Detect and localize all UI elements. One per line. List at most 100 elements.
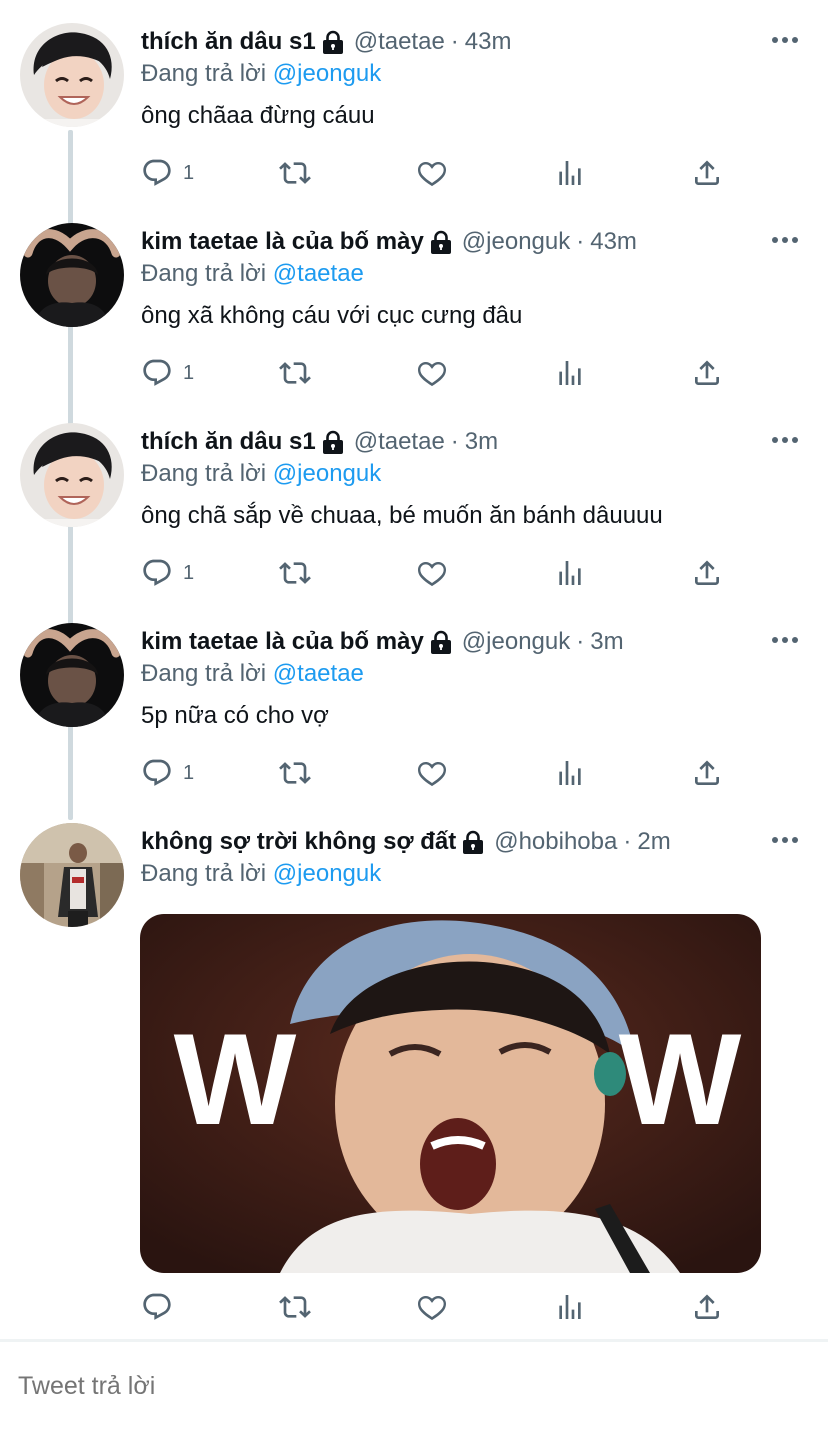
- share-icon: [691, 157, 723, 189]
- separator-dot: ·: [576, 228, 585, 255]
- more-options-icon[interactable]: [772, 36, 798, 44]
- timestamp[interactable]: 3m: [465, 428, 498, 456]
- more-options-icon[interactable]: [772, 436, 798, 444]
- retweet-button[interactable]: [279, 353, 311, 393]
- tweet-actions: 1: [141, 753, 741, 793]
- analytics-icon: [554, 757, 586, 789]
- lock-icon: [322, 30, 344, 54]
- retweet-icon: [279, 1291, 311, 1323]
- retweet-button[interactable]: [279, 1287, 311, 1327]
- display-name[interactable]: kim taetae là của bố mày: [141, 228, 424, 256]
- tweet-actions: 1: [141, 353, 741, 393]
- display-name[interactable]: không sợ trời không sợ đất: [141, 828, 456, 856]
- mention-link[interactable]: @taetae: [273, 260, 364, 287]
- reply-count: 1: [183, 361, 195, 384]
- handle[interactable]: @taetae: [354, 428, 445, 456]
- analytics-icon: [554, 357, 586, 389]
- timestamp[interactable]: 43m: [465, 28, 512, 56]
- analytics-button[interactable]: [554, 1287, 586, 1327]
- analytics-button[interactable]: [554, 153, 586, 193]
- tweet[interactable]: thích ăn dâu s1 @taetae · 3m Đang trả lờ…: [0, 400, 828, 600]
- reply-icon: [141, 557, 173, 589]
- separator-dot: ·: [450, 28, 459, 55]
- separator-dot: ·: [450, 428, 459, 455]
- reply-count: 1: [183, 761, 195, 784]
- tweet-header: thích ăn dâu s1 @taetae · 3m: [141, 426, 498, 458]
- handle[interactable]: @taetae: [354, 28, 445, 56]
- share-icon: [691, 557, 723, 589]
- reply-icon: [141, 157, 173, 189]
- handle[interactable]: @jeonguk: [462, 628, 570, 656]
- timestamp[interactable]: 3m: [590, 628, 623, 656]
- reply-button[interactable]: [141, 1287, 173, 1327]
- tweet-header: kim taetae là của bố mày @jeonguk · 43m: [141, 226, 637, 258]
- retweet-button[interactable]: [279, 153, 311, 193]
- share-button[interactable]: [691, 753, 723, 793]
- like-icon: [416, 557, 448, 589]
- share-button[interactable]: [691, 553, 723, 593]
- analytics-button[interactable]: [554, 553, 586, 593]
- tweet-media-image[interactable]: W W: [140, 914, 761, 1273]
- display-name[interactable]: thích ăn dâu s1: [141, 428, 316, 456]
- display-name[interactable]: thích ăn dâu s1: [141, 28, 316, 56]
- tweet-actions: 1: [141, 153, 741, 193]
- mention-link[interactable]: @taetae: [273, 660, 364, 687]
- tweet-text: ông chã sắp về chuaa, bé muốn ăn bánh dâ…: [141, 502, 663, 529]
- avatar[interactable]: [20, 623, 124, 727]
- like-button[interactable]: [416, 1287, 448, 1327]
- caption-right: W: [619, 1006, 742, 1152]
- like-button[interactable]: [416, 753, 448, 793]
- share-button[interactable]: [691, 1287, 723, 1327]
- like-button[interactable]: [416, 553, 448, 593]
- analytics-button[interactable]: [554, 353, 586, 393]
- lock-icon: [462, 830, 484, 854]
- analytics-icon: [554, 157, 586, 189]
- like-icon: [416, 1291, 448, 1323]
- like-button[interactable]: [416, 153, 448, 193]
- mention-link[interactable]: @jeonguk: [273, 460, 381, 487]
- tweet-actions: 1: [141, 553, 741, 593]
- timestamp[interactable]: 2m: [637, 828, 670, 856]
- retweet-icon: [279, 157, 311, 189]
- avatar[interactable]: [20, 423, 124, 527]
- tweet[interactable]: kim taetae là của bố mày @jeonguk · 3m Đ…: [0, 600, 828, 800]
- handle[interactable]: @jeonguk: [462, 228, 570, 256]
- reply-button[interactable]: 1: [141, 553, 194, 593]
- reply-button[interactable]: 1: [141, 353, 194, 393]
- avatar[interactable]: [20, 23, 124, 127]
- avatar[interactable]: [20, 823, 124, 927]
- share-icon: [691, 357, 723, 389]
- more-options-icon[interactable]: [772, 236, 798, 244]
- share-button[interactable]: [691, 153, 723, 193]
- reply-composer: [0, 1342, 828, 1430]
- replying-prefix: Đang trả lời: [141, 660, 267, 687]
- display-name[interactable]: kim taetae là của bố mày: [141, 628, 424, 656]
- tweet-header: không sợ trời không sợ đất @hobihoba · 2…: [141, 826, 671, 858]
- reply-button[interactable]: 1: [141, 753, 194, 793]
- reply-input[interactable]: [18, 1372, 798, 1401]
- more-options-icon[interactable]: [772, 836, 798, 844]
- replying-to: Đang trả lời @jeonguk: [141, 60, 381, 88]
- mention-link[interactable]: @jeonguk: [273, 860, 381, 887]
- like-button[interactable]: [416, 353, 448, 393]
- tweet[interactable]: thích ăn dâu s1 @taetae · 43m Đang trả l…: [0, 0, 828, 200]
- reply-icon: [141, 1291, 173, 1323]
- tweet[interactable]: kim taetae là của bố mày @jeonguk · 43m …: [0, 200, 828, 400]
- like-icon: [416, 357, 448, 389]
- timestamp[interactable]: 43m: [590, 228, 637, 256]
- lock-icon: [430, 230, 452, 254]
- replying-to: Đang trả lời @jeonguk: [141, 860, 381, 888]
- handle[interactable]: @hobihoba: [494, 828, 617, 856]
- retweet-button[interactable]: [279, 553, 311, 593]
- like-icon: [416, 157, 448, 189]
- mention-link[interactable]: @jeonguk: [273, 60, 381, 87]
- reply-button[interactable]: 1: [141, 153, 194, 193]
- avatar[interactable]: [20, 223, 124, 327]
- share-button[interactable]: [691, 353, 723, 393]
- analytics-icon: [554, 557, 586, 589]
- more-options-icon[interactable]: [772, 636, 798, 644]
- replying-to: Đang trả lời @taetae: [141, 660, 364, 688]
- lock-icon: [322, 430, 344, 454]
- retweet-button[interactable]: [279, 753, 311, 793]
- analytics-button[interactable]: [554, 753, 586, 793]
